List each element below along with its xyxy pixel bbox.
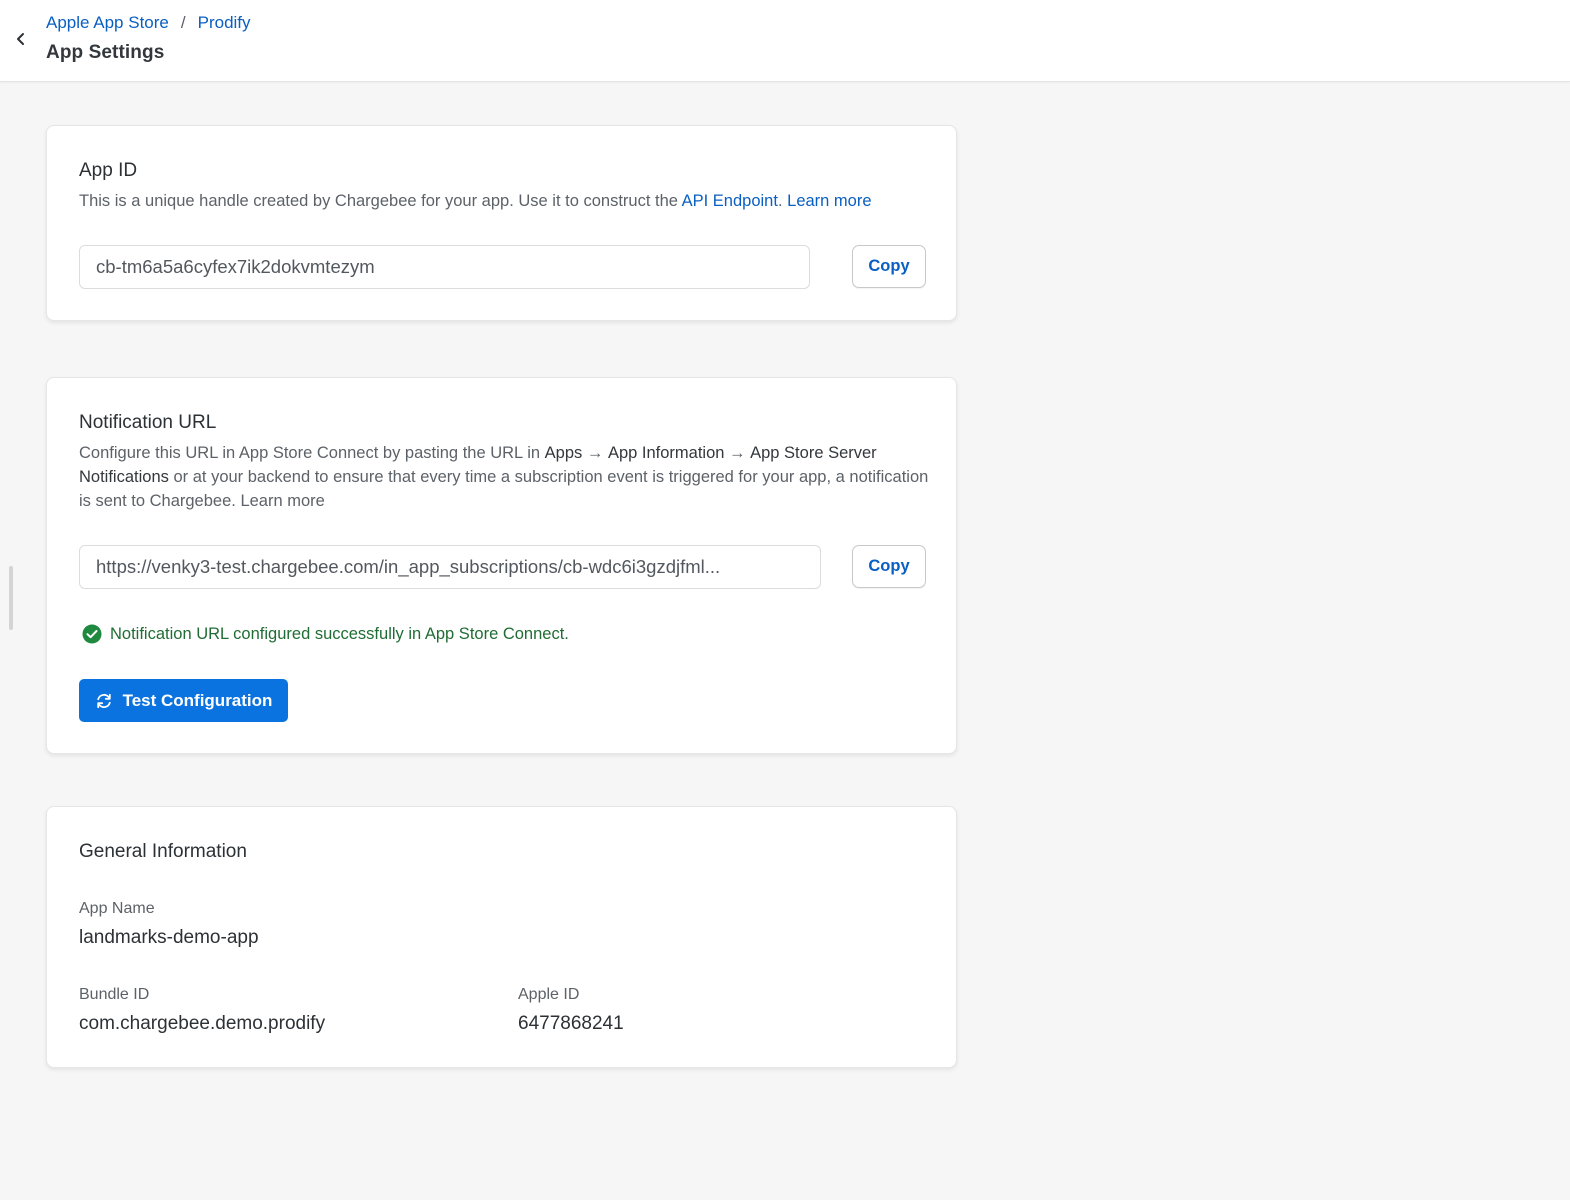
breadcrumb: Apple App Store / Prodify — [46, 13, 251, 33]
path-arrow-2: → — [729, 444, 746, 462]
general-information-card: General Information App Name landmarks-d… — [46, 806, 957, 1068]
check-circle-icon — [82, 624, 102, 644]
app-name-value: landmarks-demo-app — [79, 927, 259, 948]
app-id-card: App ID This is a unique handle created b… — [46, 125, 957, 321]
notification-url-copy-button[interactable]: Copy — [852, 545, 926, 588]
path-apps: Apps — [544, 444, 583, 462]
app-id-description-period: . — [777, 192, 783, 210]
success-message: Notification URL configured successfully… — [82, 624, 569, 644]
notification-desc-text-2: or at your backend to ensure that every … — [79, 468, 929, 510]
app-id-learn-more-link[interactable]: Learn more — [787, 192, 871, 210]
success-message-text: Notification URL configured successfully… — [110, 624, 569, 643]
notification-desc-text-1: Configure this URL in App Store Connect … — [79, 444, 541, 462]
notification-learn-more-link[interactable]: Learn more — [240, 492, 324, 510]
app-id-description: This is a unique handle created by Charg… — [79, 189, 872, 213]
bundle-id-label: Bundle ID — [79, 986, 150, 1003]
notification-url-field[interactable]: https://venky3-test.chargebee.com/in_app… — [79, 545, 821, 589]
api-endpoint-link[interactable]: API Endpoint — [682, 192, 778, 210]
back-button[interactable] — [10, 28, 32, 50]
breadcrumb-prodify[interactable]: Prodify — [198, 13, 251, 33]
page-header: Apple App Store / Prodify App Settings — [0, 0, 1570, 82]
resize-handle[interactable] — [9, 566, 13, 630]
path-app-information: App Information — [607, 444, 725, 462]
breadcrumb-separator: / — [180, 13, 186, 32]
notification-url-card: Notification URL Configure this URL in A… — [46, 377, 957, 754]
app-id-copy-button[interactable]: Copy — [852, 245, 926, 288]
notification-url-title: Notification URL — [79, 412, 217, 433]
apple-id-label: Apple ID — [518, 986, 580, 1003]
page-title: App Settings — [46, 42, 165, 63]
app-id-title: App ID — [79, 160, 138, 181]
bundle-id-value: com.chargebee.demo.prodify — [79, 1013, 326, 1034]
general-information-title: General Information — [79, 841, 247, 862]
app-name-label: App Name — [79, 900, 155, 917]
test-configuration-button[interactable]: Test Configuration — [79, 679, 288, 722]
app-id-description-text: This is a unique handle created by Charg… — [79, 192, 678, 210]
app-id-field[interactable]: cb-tm6a5a6cyfex7ik2dokvmtezym — [79, 245, 810, 289]
refresh-icon — [96, 693, 111, 708]
test-configuration-label: Test Configuration — [122, 690, 273, 710]
breadcrumb-apple-app-store[interactable]: Apple App Store — [46, 13, 169, 33]
chevron-left-icon — [17, 33, 24, 45]
notification-url-description: Configure this URL in App Store Connect … — [79, 441, 929, 513]
path-arrow-1: → — [586, 444, 604, 462]
apple-id-value: 6477868241 — [518, 1013, 624, 1034]
